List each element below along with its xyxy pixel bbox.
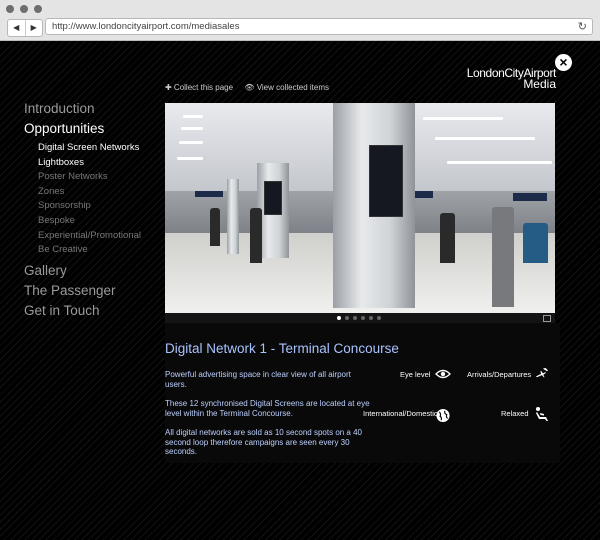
ceiling-light xyxy=(183,115,203,118)
traveller-figure xyxy=(250,208,262,263)
nav-sub-digital-screen-networks[interactable]: Digital Screen Networks xyxy=(38,141,164,156)
close-icon[interactable]: × xyxy=(555,54,572,71)
nav-sub-sponsorship[interactable]: Sponsorship xyxy=(38,199,164,214)
nav-sub-experiential-promotional[interactable]: Experiential/Promotional xyxy=(38,229,164,244)
reclining-seat-icon xyxy=(536,407,548,421)
nav-item-gallery[interactable]: Gallery xyxy=(24,261,164,281)
slide-dot-3[interactable] xyxy=(353,316,357,320)
departures-board xyxy=(513,193,547,201)
browser-chrome: ◀ ▶ http://www.londoncityairport.com/med… xyxy=(0,0,600,41)
nav-sub-zones[interactable]: Zones xyxy=(38,185,164,200)
address-text: http://www.londoncityairport.com/mediasa… xyxy=(52,21,240,32)
side-navigation: Introduction Opportunities Digital Scree… xyxy=(24,99,164,321)
slide-dot-2[interactable] xyxy=(345,316,349,320)
window-close-dot[interactable] xyxy=(6,5,14,13)
forward-button[interactable]: ▶ xyxy=(26,20,43,36)
nav-sub-lightboxes[interactable]: Lightboxes xyxy=(38,156,164,171)
slide-dot-1[interactable] xyxy=(337,316,341,320)
feature-label-international-domestic: International/Domestic xyxy=(363,409,438,418)
slide-dot-4[interactable] xyxy=(361,316,365,320)
fullscreen-icon[interactable] xyxy=(543,315,551,322)
nav-item-the-passenger[interactable]: The Passenger xyxy=(24,281,164,301)
feature-label-arrivals-departures: Arrivals/Departures xyxy=(467,370,532,379)
slide-dot-5[interactable] xyxy=(369,316,373,320)
opportunities-submenu: Digital Screen Networks Lightboxes Poste… xyxy=(24,141,164,258)
page-title: Digital Network 1 - Terminal Concourse xyxy=(165,341,399,356)
address-bar[interactable]: http://www.londoncityairport.com/mediasa… xyxy=(45,18,593,35)
history-buttons: ◀ ▶ xyxy=(7,19,43,37)
description-paragraph-2: These 12 synchronised Digital Screens ar… xyxy=(165,399,370,418)
pillar xyxy=(227,179,239,254)
ceiling-light xyxy=(423,117,503,120)
digital-screen xyxy=(369,145,403,217)
ceiling-light xyxy=(177,157,203,160)
back-button[interactable]: ◀ xyxy=(8,20,26,36)
digital-screen xyxy=(264,181,282,215)
ceiling-light xyxy=(447,161,552,164)
page-actions: ✚ Collect this page 👁 View collected ite… xyxy=(165,83,338,92)
slideshow-controls xyxy=(165,313,555,323)
collect-page-link[interactable]: ✚ Collect this page xyxy=(165,83,233,92)
window-zoom-dot[interactable] xyxy=(34,5,42,13)
ceiling-light xyxy=(181,127,203,130)
planes-icon xyxy=(536,367,548,378)
nav-item-introduction[interactable]: Introduction xyxy=(24,99,164,119)
kiosk xyxy=(523,223,548,263)
description-paragraph-1: Powerful advertising space in clear view… xyxy=(165,370,351,389)
reload-icon[interactable]: ↻ xyxy=(578,20,587,33)
nav-item-get-in-touch[interactable]: Get in Touch xyxy=(24,301,164,321)
feature-label-relaxed: Relaxed xyxy=(501,409,529,418)
traveller-figure xyxy=(440,213,455,263)
terminal-concourse-photo[interactable] xyxy=(165,103,555,313)
shop-sign xyxy=(415,191,433,198)
shop-sign xyxy=(195,191,223,197)
globe-icon xyxy=(436,408,450,423)
nav-item-opportunities[interactable]: Opportunities xyxy=(24,119,164,139)
nav-sub-be-creative[interactable]: Be Creative xyxy=(38,243,164,258)
slide-dot-6[interactable] xyxy=(377,316,381,320)
view-collected-link[interactable]: 👁 View collected items xyxy=(244,83,329,92)
window-minimize-dot[interactable] xyxy=(20,5,28,13)
description-paragraph-3: All digital networks are sold as 10 seco… xyxy=(165,428,363,456)
eye-icon xyxy=(435,369,451,379)
nav-sub-poster-networks[interactable]: Poster Networks xyxy=(38,170,164,185)
traveller-figure xyxy=(210,208,220,246)
feature-label-eye-level: Eye level xyxy=(400,370,431,379)
ceiling-light xyxy=(179,141,203,144)
ceiling-light xyxy=(435,137,535,140)
london-city-airport-media-logo[interactable]: LondonCityAirport Media xyxy=(466,66,557,91)
traveller-figure xyxy=(492,207,514,307)
nav-sub-bespoke[interactable]: Bespoke xyxy=(38,214,164,229)
